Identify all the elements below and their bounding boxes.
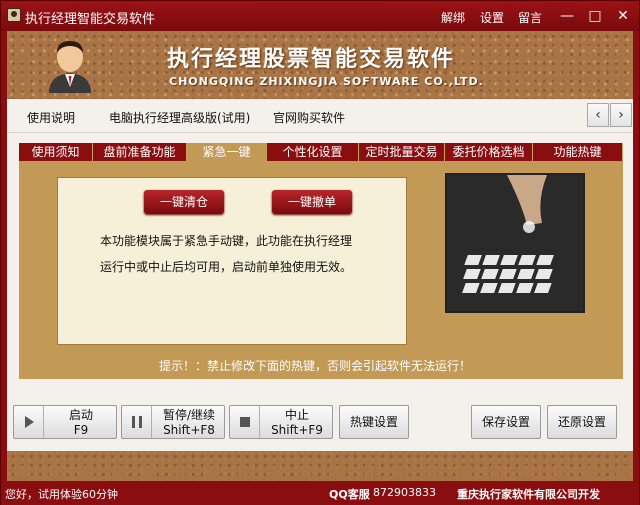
banner-title: 执行经理股票智能交易软件 (167, 46, 456, 72)
businessman-avatar-icon (49, 41, 91, 93)
restore-settings-label: 还原设置 (557, 415, 606, 429)
control-bar: 启动 F9 暂停/继续 Shift+F8 中止 Shift+F9 热键设置 保存… (7, 395, 633, 447)
tab-content: 一键清仓 一键撤单 本功能模块属于紧急手动键，此功能在执行经理 运行中或中止后均… (19, 161, 623, 379)
hotkey-warning: 提示！：禁止修改下面的热键，否则会引起软件无法运行！ (159, 359, 472, 373)
menu-item-advanced-trial[interactable]: 电脑执行经理高级版(试用) (109, 109, 250, 126)
tab-timed-batch[interactable]: 定时批量交易 (359, 143, 445, 161)
desc-line-2: 运行中或中止后均可用，启动前单独使用无效。 (100, 260, 353, 274)
menu-item-buy[interactable]: 官网购买软件 (273, 109, 345, 126)
footer-decoration (7, 451, 633, 481)
message-link[interactable]: 留言 (518, 9, 542, 26)
stop-key: Shift+F9 (271, 423, 323, 437)
settings-link[interactable]: 设置 (480, 9, 504, 26)
banner-subtitle: CHONGQING ZHIXINGJIA SOFTWARE CO.,LTD. (169, 75, 484, 88)
play-icon (14, 406, 44, 438)
cancel-all-button[interactable]: 一键撤单 (272, 190, 352, 214)
save-settings-label: 保存设置 (481, 415, 530, 429)
minimize-icon[interactable]: — (557, 6, 577, 26)
qq-label: QQ客服 (329, 488, 370, 501)
app-window: 执行经理智能交易软件 解绑 设置 留言 — □ ✕ 执行经理股票智能交易软件 C… (0, 0, 640, 505)
save-settings-button[interactable]: 保存设置 (471, 405, 541, 439)
keyboard-photo (445, 173, 585, 313)
menu-item-instructions[interactable]: 使用说明 (27, 109, 75, 126)
start-button[interactable]: 启动 F9 (13, 405, 117, 439)
app-icon (7, 8, 21, 22)
emergency-box: 一键清仓 一键撤单 本功能模块属于紧急手动键，此功能在执行经理 运行中或中止后均… (57, 177, 407, 345)
restore-settings-button[interactable]: 还原设置 (547, 405, 617, 439)
clear-all-button[interactable]: 一键清仓 (144, 190, 224, 214)
hotkey-settings-label: 热键设置 (349, 415, 398, 429)
main-panel: 使用说明 电脑执行经理高级版(试用) 官网购买软件 ‹ › 使用须知 盘前准备功… (7, 99, 633, 451)
tab-scroll-right-icon[interactable]: › (610, 103, 632, 127)
tab-hotkeys[interactable]: 功能热键 (533, 143, 623, 161)
maximize-icon[interactable]: □ (585, 6, 605, 26)
window-title: 执行经理智能交易软件 (25, 12, 156, 27)
status-bar: 您好，试用体验60分钟 QQ客服 872903833 重庆执行家软件有限公司开发 (1, 481, 639, 505)
start-key: F9 (73, 423, 89, 437)
hotkey-settings-button[interactable]: 热键设置 (339, 405, 409, 439)
pause-icon (122, 406, 152, 438)
banner: 执行经理股票智能交易软件 CHONGQING ZHIXINGJIA SOFTWA… (7, 31, 633, 99)
stop-button[interactable]: 中止 Shift+F9 (229, 405, 333, 439)
close-icon[interactable]: ✕ (613, 6, 633, 26)
pause-button[interactable]: 暂停/继续 Shift+F8 (121, 405, 225, 439)
title-bar: 执行经理智能交易软件 解绑 设置 留言 — □ ✕ (1, 1, 639, 31)
desc-line-1: 本功能模块属于紧急手动键，此功能在执行经理 (100, 234, 353, 248)
tab-emergency[interactable]: 紧急一键 (187, 143, 267, 161)
tab-personalize[interactable]: 个性化设置 (267, 143, 359, 161)
trial-status: 您好，试用体验60分钟 (5, 488, 118, 501)
start-label: 启动 (68, 408, 93, 422)
stop-icon (230, 406, 260, 438)
stop-label: 中止 (284, 408, 309, 422)
unbind-link[interactable]: 解绑 (441, 9, 465, 26)
tab-strip: 使用须知 盘前准备功能 紧急一键 个性化设置 定时批量交易 委托价格选档 功能热… (19, 143, 623, 161)
pause-key: Shift+F8 (163, 423, 215, 437)
menu-bar: 使用说明 电脑执行经理高级版(试用) 官网购买软件 ‹ › (7, 99, 633, 133)
company-name: 重庆执行家软件有限公司开发 (457, 488, 600, 501)
pause-label: 暂停/继续 (162, 408, 216, 422)
qq-number: 872903833 (373, 486, 436, 499)
tab-price-select[interactable]: 委托价格选档 (445, 143, 533, 161)
keyboard-image-icon (447, 175, 583, 311)
tab-scroll-left-icon[interactable]: ‹ (587, 103, 609, 127)
tab-premarket[interactable]: 盘前准备功能 (93, 143, 187, 161)
tab-notice[interactable]: 使用须知 (19, 143, 93, 161)
